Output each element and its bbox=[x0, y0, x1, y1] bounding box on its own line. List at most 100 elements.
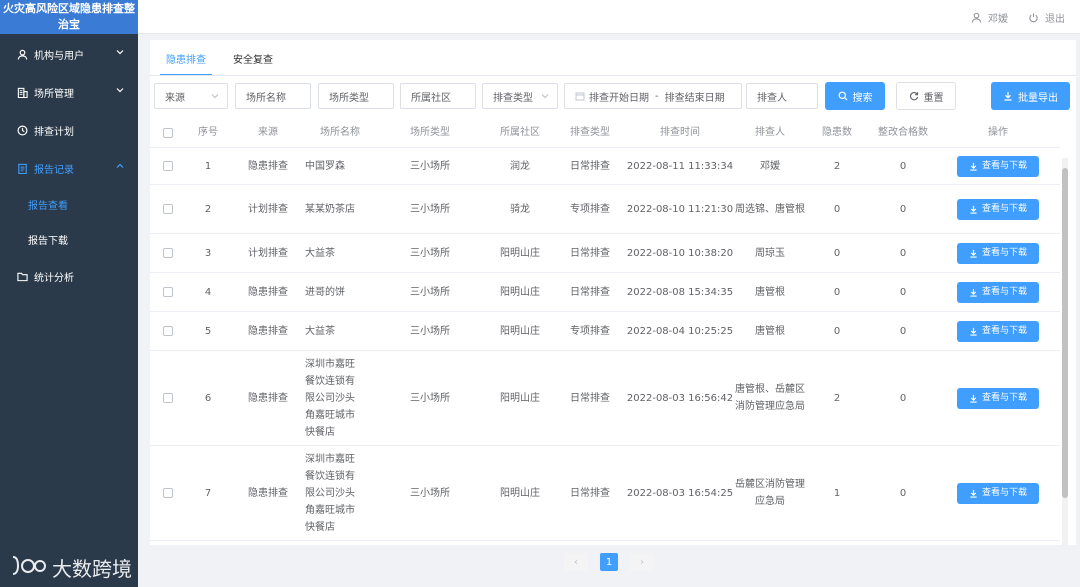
sidebar-subitem-report-view[interactable]: 报告查看 bbox=[0, 187, 138, 222]
view-download-button[interactable]: 查看与下载 bbox=[957, 242, 1039, 264]
cell-type: 三小场所 bbox=[410, 286, 450, 298]
view-download-button[interactable]: 查看与下载 bbox=[957, 155, 1039, 177]
col-place-name: 场所名称 bbox=[320, 127, 360, 138]
date-range-picker[interactable]: 排查开始日期 - 排查结束日期 bbox=[564, 83, 742, 109]
view-download-button[interactable]: 查看与下载 bbox=[957, 482, 1039, 504]
row-checkbox[interactable] bbox=[163, 248, 173, 258]
cell-check-type: 日常排查 bbox=[570, 487, 610, 499]
sidebar-item-label: 报告记录 bbox=[34, 164, 74, 176]
download-icon bbox=[970, 249, 977, 258]
col-community: 所属社区 bbox=[500, 127, 540, 138]
col-action: 操作 bbox=[988, 127, 1008, 138]
cell-hazards: 1 bbox=[833, 487, 841, 499]
check-type-select[interactable]: 排查类型 bbox=[482, 83, 558, 109]
chevron-down-icon bbox=[541, 92, 549, 103]
cell-source: 隐患排查 bbox=[248, 325, 288, 337]
sidebar-item-label: 统计分析 bbox=[34, 272, 74, 284]
cell-name: 深圳市嘉旺餐饮连锁有限公司沙头角嘉旺城市快餐店 bbox=[305, 358, 355, 438]
table-scrollbar[interactable] bbox=[1062, 158, 1068, 545]
tab-hazard-check[interactable]: 隐患排查 bbox=[166, 40, 206, 76]
inspector-input[interactable]: 排查人 bbox=[746, 83, 818, 109]
cell-hazards: 2 bbox=[833, 160, 841, 172]
batch-export-button[interactable]: 批量导出 bbox=[991, 82, 1070, 110]
source-select[interactable]: 来源 bbox=[154, 83, 228, 109]
user-menu[interactable]: 邓嫒 bbox=[971, 10, 1008, 25]
view-download-button[interactable]: 查看与下载 bbox=[957, 198, 1039, 220]
cell-time: 2022-08-03 16:56:42 bbox=[626, 392, 734, 404]
page-number-current[interactable]: 1 bbox=[600, 553, 618, 571]
app-root: 火灾高风险区域隐患排查整治宝 机构与用户 场所管理 排查计划 报告记录 报告查看… bbox=[0, 0, 1080, 587]
cell-fixed: 0 bbox=[899, 160, 907, 172]
sidebar: 火灾高风险区域隐患排查整治宝 机构与用户 场所管理 排查计划 报告记录 报告查看… bbox=[0, 0, 138, 587]
col-inspector: 排查人 bbox=[755, 127, 785, 138]
row-checkbox[interactable] bbox=[163, 287, 173, 297]
cell-check-type: 日常排查 bbox=[570, 286, 610, 298]
cell-inspector: 邓嫒 bbox=[760, 160, 780, 172]
building-icon bbox=[16, 86, 28, 98]
table-row: 6 隐患排查 深圳市嘉旺餐饮连锁有限公司沙头角嘉旺城市快餐店 三小场所 阳明山庄 日常排查… bbox=[150, 351, 1060, 446]
row-checkbox[interactable] bbox=[163, 326, 173, 336]
sidebar-item-org-users[interactable]: 机构与用户 bbox=[0, 35, 138, 73]
scrollbar-thumb[interactable] bbox=[1062, 168, 1068, 498]
cell-inspector: 周琼玉 bbox=[755, 247, 785, 259]
view-download-button[interactable]: 查看与下载 bbox=[957, 281, 1039, 303]
sidebar-item-label: 排查计划 bbox=[34, 126, 74, 138]
cell-inspector: 唐管根 bbox=[755, 325, 785, 337]
cell-type: 三小场所 bbox=[410, 392, 450, 404]
place-type-select[interactable]: 场所类型 bbox=[318, 83, 394, 109]
view-download-button[interactable]: 查看与下载 bbox=[957, 320, 1039, 342]
search-icon bbox=[838, 91, 847, 101]
cell-time: 2022-08-04 10:25:25 bbox=[626, 325, 734, 337]
sidebar-item-places[interactable]: 场所管理 bbox=[0, 73, 138, 111]
cell-inspector: 周选锦、唐管根 bbox=[735, 203, 805, 215]
cell-inspector: 唐管根 bbox=[755, 286, 785, 298]
row-checkbox[interactable] bbox=[163, 204, 173, 214]
inspector-placeholder: 排查人 bbox=[757, 92, 787, 104]
cell-time: 2022-08-03 16:54:25 bbox=[626, 487, 734, 499]
view-download-button[interactable]: 查看与下载 bbox=[957, 387, 1039, 409]
sidebar-item-check-plan[interactable]: 排查计划 bbox=[0, 111, 138, 149]
power-icon bbox=[1029, 13, 1038, 23]
logout-label: 退出 bbox=[1045, 14, 1065, 25]
main-panel: 隐患排查 安全复查 来源 场所名称 场所类型 所属社区 排查类型 排查开始日期 … bbox=[150, 40, 1076, 545]
cell-source: 计划排查 bbox=[248, 203, 288, 215]
tab-safety-recheck[interactable]: 安全复查 bbox=[233, 40, 273, 76]
table-header: 序号 来源 场所名称 场所类型 所属社区 排查类型 排查时间 排查人 隐患数 整… bbox=[150, 118, 1060, 148]
view-download-label: 查看与下载 bbox=[981, 160, 1027, 171]
row-checkbox[interactable] bbox=[163, 488, 173, 498]
cell-action: 查看与下载 bbox=[956, 185, 1040, 233]
row-checkbox-cell bbox=[163, 185, 173, 233]
cell-hazards: 0 bbox=[833, 203, 841, 215]
reset-button[interactable]: 重置 bbox=[896, 82, 956, 110]
prev-page-button[interactable]: ‹ bbox=[564, 553, 588, 571]
row-checkbox[interactable] bbox=[163, 393, 173, 403]
place-name-placeholder: 场所名称 bbox=[246, 92, 286, 104]
sidebar-item-report-records[interactable]: 报告记录 bbox=[0, 149, 138, 187]
place-name-input[interactable]: 场所名称 bbox=[235, 83, 311, 109]
cell-hazards: 0 bbox=[833, 286, 841, 298]
user-icon bbox=[971, 12, 982, 23]
sidebar-menu: 机构与用户 场所管理 排查计划 报告记录 报告查看 报告下载 统计分析 bbox=[0, 35, 138, 295]
tabs-divider bbox=[150, 75, 1076, 76]
select-all-checkbox[interactable] bbox=[163, 128, 173, 138]
community-select[interactable]: 所属社区 bbox=[400, 83, 476, 109]
cell-no: 7 bbox=[204, 487, 212, 499]
search-button[interactable]: 搜索 bbox=[825, 82, 885, 110]
cell-action: 查看与下载 bbox=[956, 312, 1040, 350]
cell-community: 阳明山庄 bbox=[500, 392, 540, 404]
watermark-text: 大数跨境 bbox=[52, 557, 132, 581]
download-icon bbox=[970, 205, 977, 214]
next-page-button[interactable]: › bbox=[630, 553, 654, 571]
table-row: 5 隐患排查 大益茶 三小场所 阳明山庄 专项排查 2022-08-04 10:25:25 唐… bbox=[150, 312, 1060, 351]
cell-action: 查看与下载 bbox=[956, 446, 1040, 540]
table-row: 3 计划排查 大益茶 三小场所 阳明山庄 日常排查 2022-08-10 10:38:20 周… bbox=[150, 234, 1060, 273]
logout-button[interactable]: 退出 bbox=[1028, 10, 1065, 25]
col-check-type: 排查类型 bbox=[570, 127, 610, 138]
sidebar-subitem-report-download[interactable]: 报告下载 bbox=[0, 222, 138, 257]
community-placeholder: 所属社区 bbox=[411, 92, 451, 104]
cell-time: 2022-08-10 11:21:30 bbox=[626, 203, 734, 215]
cell-hazards: 0 bbox=[833, 325, 841, 337]
sidebar-item-statistics[interactable]: 统计分析 bbox=[0, 257, 138, 295]
row-checkbox[interactable] bbox=[163, 161, 173, 171]
download-icon bbox=[970, 327, 977, 336]
